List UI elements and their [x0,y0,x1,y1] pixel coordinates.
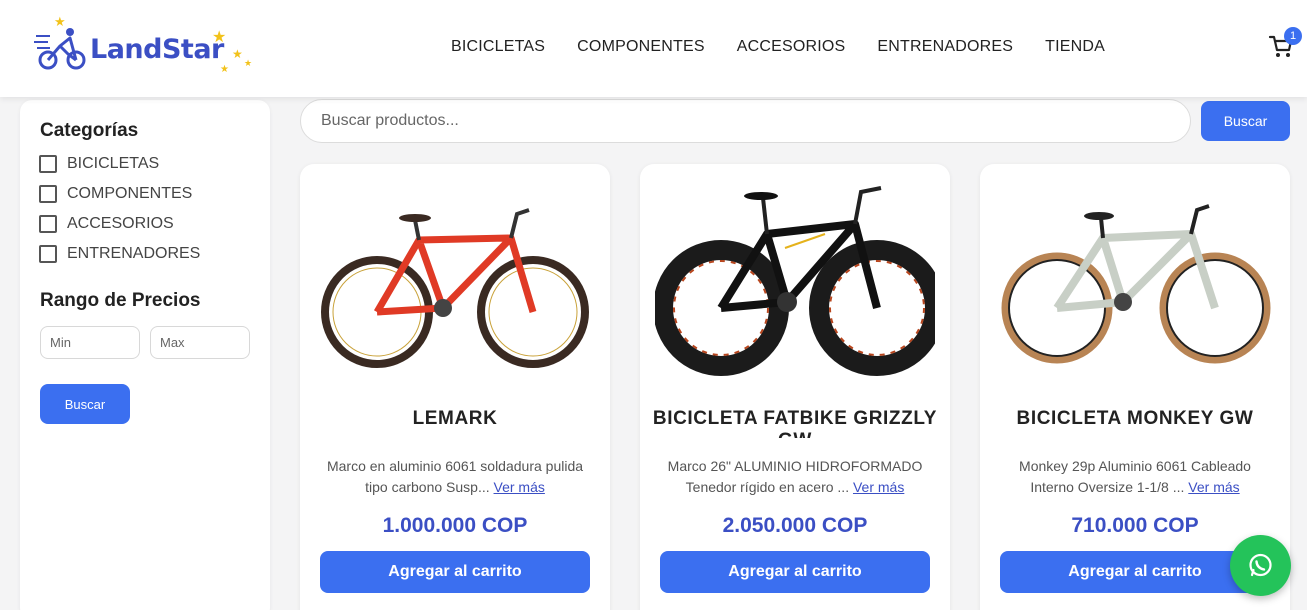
nav-tienda[interactable]: TIENDA [1045,38,1105,56]
category-checkbox[interactable] [39,185,57,203]
category-accesorios[interactable]: ACCESORIOS [39,215,174,233]
category-label: ENTRENADORES [67,245,201,262]
category-label: ACCESORIOS [67,215,174,232]
cart-count-badge: 1 [1284,27,1302,45]
add-to-cart-button[interactable]: Agregar al carrito [660,551,930,593]
categories-title: Categorías [40,120,139,141]
svg-text:★: ★ [244,59,252,69]
category-componentes[interactable]: COMPONENTES [39,185,192,203]
category-label: BICICLETAS [67,155,160,172]
logo[interactable]: ★ ★ ★ ★ ★ LandStar [34,14,264,76]
svg-text:★: ★ [220,64,229,75]
whatsapp-icon [1249,553,1272,577]
svg-text:★: ★ [232,47,243,61]
product-image[interactable] [995,178,1275,388]
nav-componentes[interactable]: COMPONENTES [577,38,705,56]
product-price: 1.000.000 COP [382,514,528,537]
product-image[interactable] [315,178,595,388]
category-checkbox[interactable] [39,245,57,263]
product-name[interactable]: BICICLETA MONKEY GW [990,408,1280,438]
category-checkbox[interactable] [39,215,57,233]
product-description: Marco en aluminio 6061 soldadura pulida … [318,456,592,498]
product-image[interactable] [655,178,935,388]
product-card: BICICLETA FATBIKE GRIZZLY GW Marco 26" A… [640,164,950,610]
product-name[interactable]: BICICLETA FATBIKE GRIZZLY GW [650,408,940,438]
see-more-link[interactable]: Ver más [1188,479,1239,495]
filter-search-button[interactable]: Buscar [40,384,130,424]
svg-text:★: ★ [54,15,66,30]
whatsapp-button[interactable] [1230,535,1291,596]
product-name[interactable]: LEMARK [310,408,600,438]
product-search-input[interactable] [300,99,1191,143]
brand-name: LandStar [90,34,224,65]
nav-entrenadores[interactable]: ENTRENADORES [877,38,1013,56]
product-description: Marco 26" ALUMINIO HIDROFORMADO Tenedor … [658,456,932,498]
nav-bicicletas[interactable]: BICICLETAS [451,38,545,56]
product-price: 2.050.000 COP [722,514,868,537]
price-min-input[interactable] [40,326,140,359]
filter-sidebar: Categorías BICICLETAS COMPONENTES ACCESO… [20,100,270,610]
nav-accesorios[interactable]: ACCESORIOS [737,38,846,56]
category-bicicletas[interactable]: BICICLETAS [39,155,159,173]
category-checkbox[interactable] [39,155,57,173]
site-header: ★ ★ ★ ★ ★ LandStar BICICLETAS COMPONENTE… [0,0,1307,97]
see-more-link[interactable]: Ver más [494,479,545,495]
category-entrenadores[interactable]: ENTRENADORES [39,245,200,263]
price-range-title: Rango de Precios [40,290,201,311]
category-label: COMPONENTES [67,185,193,202]
product-search-button[interactable]: Buscar [1201,101,1290,141]
product-description: Monkey 29p Aluminio 6061 Cableado Intern… [998,456,1272,498]
price-max-input[interactable] [150,326,250,359]
product-card: LEMARK Marco en aluminio 6061 soldadura … [300,164,610,610]
add-to-cart-button[interactable]: Agregar al carrito [320,551,590,593]
main-nav: BICICLETAS COMPONENTES ACCESORIOS ENTREN… [451,38,1137,56]
see-more-link[interactable]: Ver más [853,479,904,495]
